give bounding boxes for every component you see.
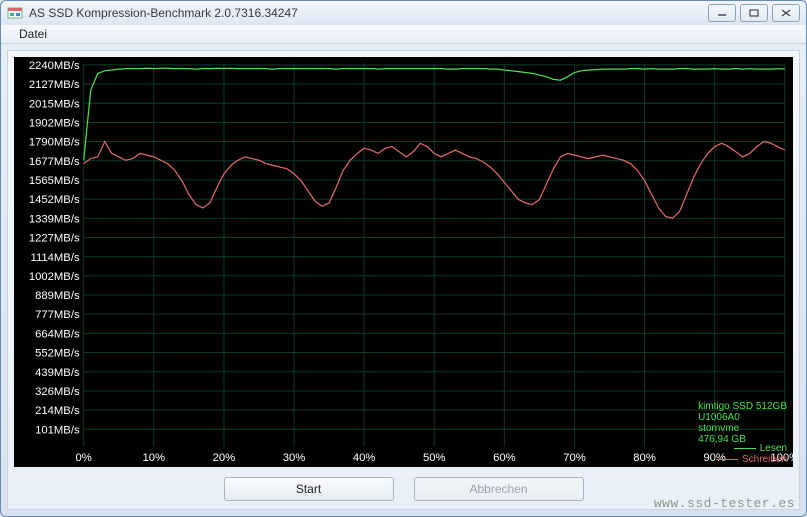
- window-controls: [708, 4, 800, 22]
- svg-text:1902MB/s: 1902MB/s: [29, 118, 80, 130]
- legend-read-label: Lesen: [760, 443, 787, 454]
- svg-text:40%: 40%: [353, 452, 376, 464]
- svg-text:777MB/s: 777MB/s: [35, 309, 80, 321]
- start-button[interactable]: Start: [224, 477, 394, 501]
- svg-text:326MB/s: 326MB/s: [35, 386, 80, 398]
- svg-text:80%: 80%: [633, 452, 656, 464]
- content-panel: 101MB/s 214MB/s 326MB/s 439MB/s 552MB/s 664MB…: [7, 50, 800, 510]
- app-icon: [7, 5, 23, 21]
- svg-text:30%: 30%: [283, 452, 306, 464]
- legend-read-swatch: [734, 448, 756, 449]
- svg-text:1677MB/s: 1677MB/s: [29, 156, 80, 168]
- svg-text:439MB/s: 439MB/s: [35, 367, 80, 379]
- legend-write-label: Schreiben: [742, 454, 787, 465]
- benchmark-chart: 101MB/s 214MB/s 326MB/s 439MB/s 552MB/s 664MB…: [14, 57, 793, 467]
- svg-text:1565MB/s: 1565MB/s: [29, 175, 80, 187]
- svg-text:1452MB/s: 1452MB/s: [29, 194, 80, 206]
- svg-text:1002MB/s: 1002MB/s: [29, 271, 80, 283]
- legend-write: Schreiben: [716, 454, 787, 465]
- menu-file[interactable]: Datei: [11, 25, 55, 43]
- svg-text:1227MB/s: 1227MB/s: [29, 233, 80, 245]
- window-title: AS SSD Kompression-Benchmark 2.0.7316.34…: [29, 6, 708, 20]
- svg-text:1114MB/s: 1114MB/s: [31, 252, 80, 264]
- svg-text:50%: 50%: [423, 452, 446, 464]
- svg-text:20%: 20%: [213, 452, 236, 464]
- svg-text:214MB/s: 214MB/s: [35, 405, 80, 417]
- svg-text:70%: 70%: [563, 452, 586, 464]
- svg-text:1339MB/s: 1339MB/s: [29, 213, 80, 225]
- svg-text:0%: 0%: [76, 452, 92, 464]
- close-button[interactable]: [772, 4, 800, 22]
- chart-area: 101MB/s 214MB/s 326MB/s 439MB/s 552MB/s 664MB…: [14, 57, 793, 467]
- svg-text:101MB/s: 101MB/s: [35, 424, 80, 436]
- svg-text:2127MB/s: 2127MB/s: [29, 79, 80, 91]
- minimize-button[interactable]: [708, 4, 736, 22]
- svg-text:10%: 10%: [143, 452, 166, 464]
- menubar: Datei: [1, 25, 806, 44]
- chart-legend: Lesen Schreiben: [716, 443, 787, 465]
- svg-text:889MB/s: 889MB/s: [35, 290, 80, 302]
- svg-text:664MB/s: 664MB/s: [35, 328, 80, 340]
- cancel-button[interactable]: Abbrechen: [414, 477, 584, 501]
- app-window: AS SSD Kompression-Benchmark 2.0.7316.34…: [0, 0, 807, 517]
- titlebar: AS SSD Kompression-Benchmark 2.0.7316.34…: [1, 1, 806, 25]
- svg-text:552MB/s: 552MB/s: [35, 348, 80, 360]
- svg-text:2240MB/s: 2240MB/s: [29, 60, 80, 72]
- svg-text:2015MB/s: 2015MB/s: [29, 98, 80, 110]
- legend-write-swatch: [716, 459, 738, 460]
- button-row: Start Abbrechen: [8, 473, 799, 509]
- svg-text:60%: 60%: [493, 452, 516, 464]
- svg-text:1790MB/s: 1790MB/s: [29, 137, 80, 149]
- maximize-button[interactable]: [740, 4, 768, 22]
- legend-read: Lesen: [716, 443, 787, 454]
